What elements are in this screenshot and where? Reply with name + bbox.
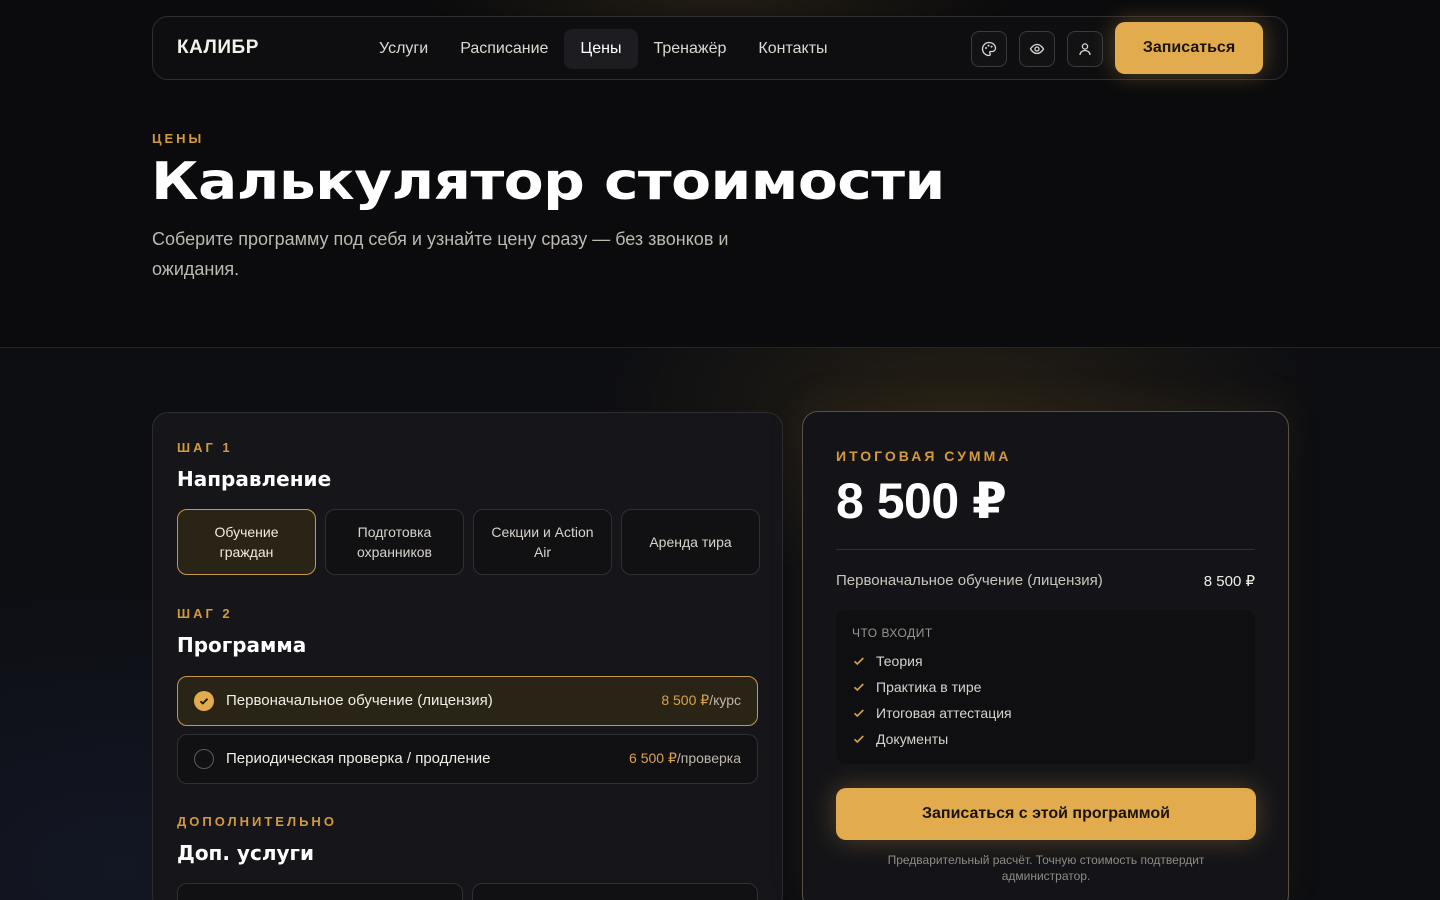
step1-label: ШАГ 1 xyxy=(177,440,233,455)
extras-options xyxy=(177,883,758,900)
extra-option[interactable] xyxy=(472,883,758,900)
nav-link-simulator[interactable]: Тренажёр xyxy=(638,29,743,69)
summary-line-name: Первоначальное обучение (лицензия) xyxy=(836,572,1103,589)
nav-links: Услуги Расписание Цены Тренажёр Контакты xyxy=(363,29,844,69)
direction-guards[interactable]: Подготовка охранников xyxy=(325,509,464,575)
calculator-card: ШАГ 1 Направление Обучение граждан Подго… xyxy=(152,412,783,900)
program-price: 8 500 ₽/курс xyxy=(661,692,741,708)
check-icon xyxy=(852,732,876,746)
check-icon xyxy=(852,706,876,720)
extras-title: Доп. услуги xyxy=(177,841,314,865)
nav-link-schedule[interactable]: Расписание xyxy=(444,29,564,69)
direction-options: Обучение граждан Подготовка охранников С… xyxy=(177,509,760,575)
total-label: ИТОГОВАЯ СУММА xyxy=(836,448,1012,464)
step2-label: ШАГ 2 xyxy=(177,606,233,621)
user-icon xyxy=(1079,43,1091,56)
theme-button[interactable] xyxy=(971,31,1007,67)
accessibility-button[interactable] xyxy=(1019,31,1055,67)
total-value: 8 500 ₽ xyxy=(836,473,1007,529)
page-title: Калькулятор стоимости xyxy=(151,152,945,212)
list-item: Итоговая аттестация xyxy=(852,700,1012,726)
includes-box: ЧТО ВХОДИТ Теория Практика в тире Итогов… xyxy=(836,610,1255,764)
list-item: Практика в тире xyxy=(852,674,1012,700)
program-name: Первоначальное обучение (лицензия) xyxy=(226,692,493,709)
program-option-initial[interactable]: Первоначальное обучение (лицензия) 8 500… xyxy=(177,676,758,726)
divider xyxy=(836,549,1255,550)
extra-option[interactable] xyxy=(177,883,463,900)
radio-empty-icon xyxy=(194,749,214,769)
palette-icon xyxy=(981,41,997,57)
direction-range-rental[interactable]: Аренда тира xyxy=(621,509,760,575)
step2-title: Программа xyxy=(177,633,307,657)
logo[interactable]: КАЛИБР xyxy=(177,37,259,59)
eye-icon xyxy=(1029,43,1045,55)
list-item: Теория xyxy=(852,648,1012,674)
disclaimer-note: Предварительный расчёт. Точную стоимость… xyxy=(887,853,1205,883)
page-subtitle: Соберите программу под себя и узнайте це… xyxy=(152,229,729,279)
check-icon xyxy=(852,654,876,668)
account-button[interactable] xyxy=(1067,31,1103,67)
summary-card: ИТОГОВАЯ СУММА 8 500 ₽ Первоначальное об… xyxy=(802,411,1289,900)
top-nav: КАЛИБР Услуги Расписание Цены Тренажёр К… xyxy=(152,16,1288,80)
nav-link-prices[interactable]: Цены xyxy=(564,29,638,69)
nav-link-contacts[interactable]: Контакты xyxy=(742,29,843,69)
summary-line-price: 8 500 ₽ xyxy=(1203,573,1255,590)
section-eyebrow: ЦЕНЫ xyxy=(152,131,205,146)
extras-label: ДОПОЛНИТЕЛЬНО xyxy=(177,814,337,829)
signup-button[interactable]: Записаться xyxy=(1115,22,1263,74)
includes-list: Теория Практика в тире Итоговая аттестац… xyxy=(852,648,1012,752)
nav-link-services[interactable]: Услуги xyxy=(363,29,444,69)
radio-checked-icon xyxy=(194,691,214,711)
program-option-renewal[interactable]: Периодическая проверка / продление 6 500… xyxy=(177,734,758,784)
direction-sections[interactable]: Секции и Action Air xyxy=(473,509,612,575)
program-name: Периодическая проверка / продление xyxy=(226,750,491,767)
includes-title: ЧТО ВХОДИТ xyxy=(852,626,933,640)
signup-program-button[interactable]: Записаться с этой программой xyxy=(836,788,1256,840)
program-price: 6 500 ₽/проверка xyxy=(629,750,741,766)
step1-title: Направление xyxy=(177,467,332,491)
list-item: Документы xyxy=(852,726,1012,752)
direction-citizens[interactable]: Обучение граждан xyxy=(177,509,316,575)
check-icon xyxy=(852,680,876,694)
